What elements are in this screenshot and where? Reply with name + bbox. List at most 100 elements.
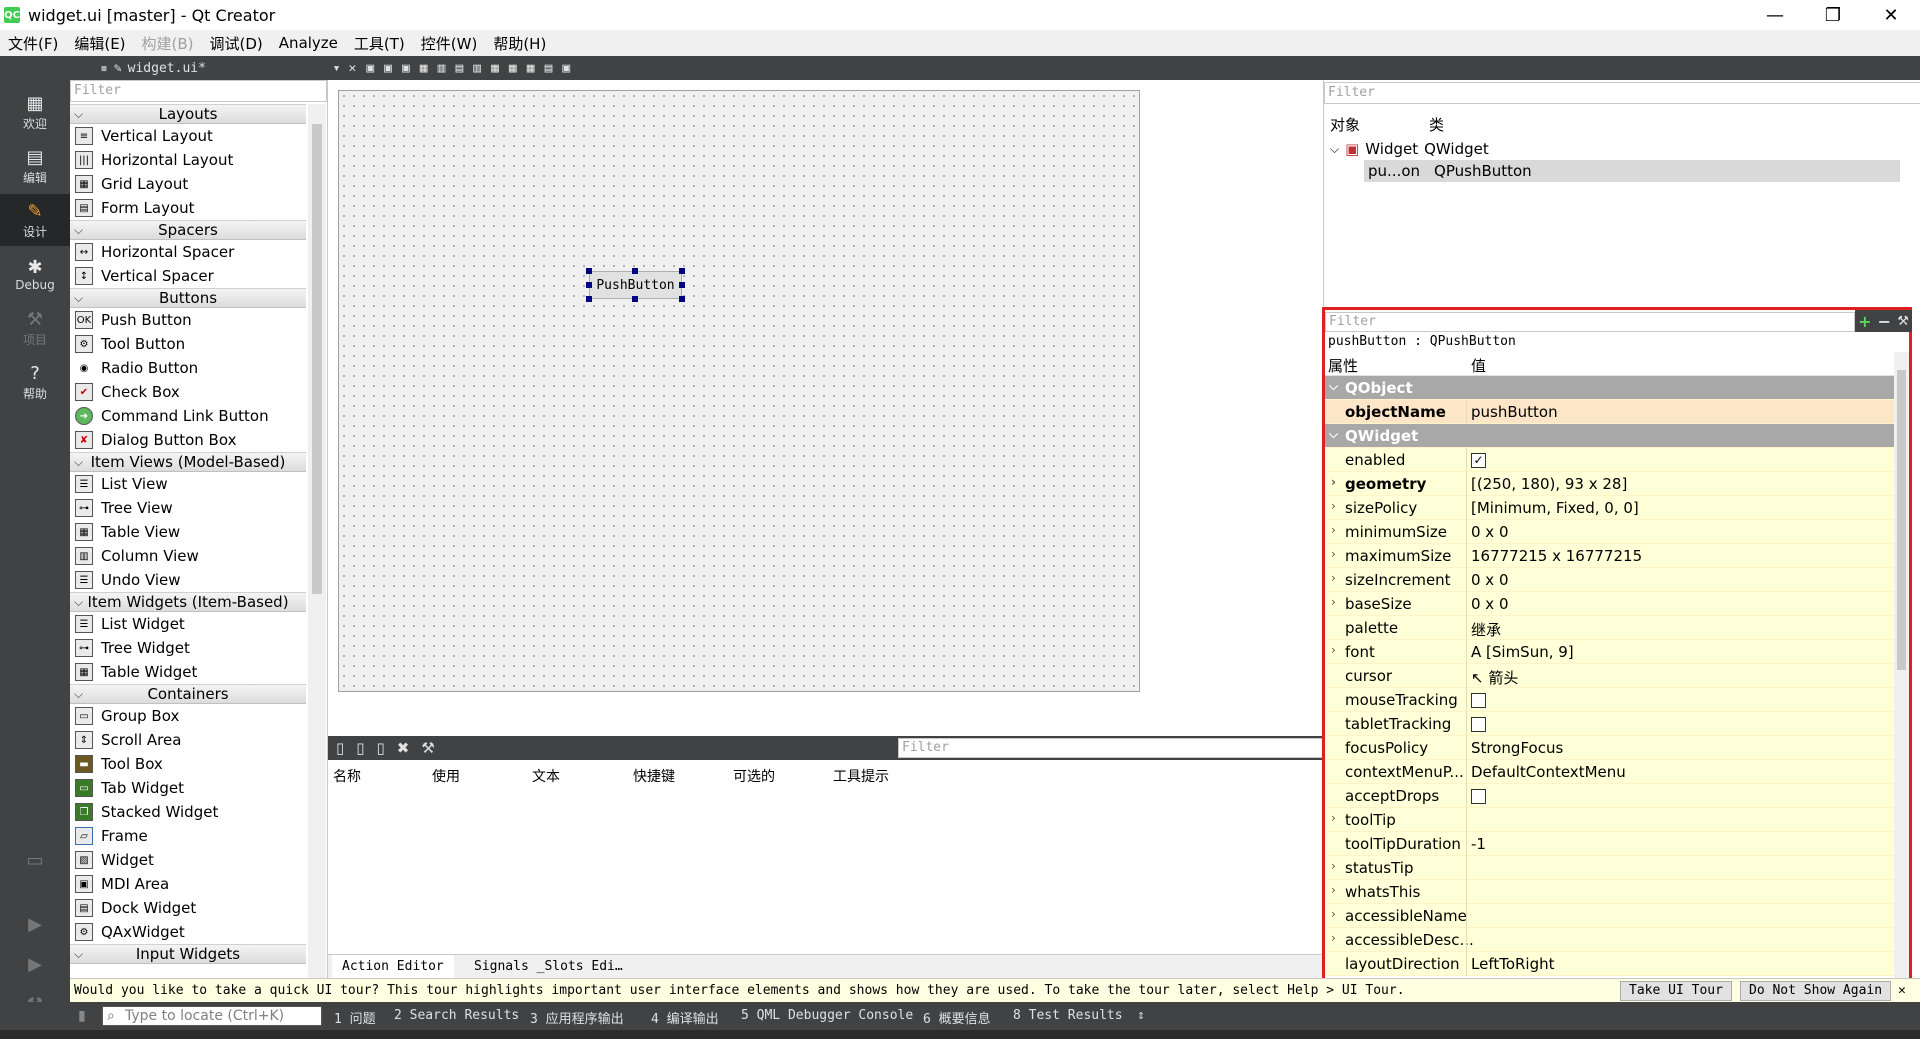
prop-layoutdirection[interactable]: layoutDirection LeftToRight: [1325, 952, 1894, 976]
layout-tools-icons[interactable]: ▣▣▣▦▥▤▥▦▦▦▤▣: [366, 61, 580, 76]
widget-tab-widget[interactable]: ▭ Tab Widget: [70, 776, 306, 800]
remove-property-icon[interactable]: −: [1878, 312, 1891, 331]
prop-basesize[interactable]: › baseSize 0 x 0: [1325, 592, 1894, 616]
action-col-text[interactable]: 文本: [532, 766, 560, 786]
col-property-header[interactable]: 属性: [1328, 355, 1358, 376]
resize-handle[interactable]: [679, 296, 685, 302]
col-object-header[interactable]: 对象: [1330, 114, 1360, 135]
category-buttons[interactable]: ⌵ Buttons: [70, 288, 306, 308]
tab-signals-slots[interactable]: Signals _Slots Edi…: [464, 955, 633, 979]
widget-filter-input[interactable]: Filter: [70, 80, 327, 102]
widget-command-link-button[interactable]: ➜ Command Link Button: [70, 404, 306, 428]
resize-handle[interactable]: [586, 268, 592, 274]
output-compile[interactable]: 4 编译输出: [651, 1008, 719, 1027]
prop-statustip[interactable]: › statusTip: [1325, 856, 1894, 880]
prop-minimumsize[interactable]: › minimumSize 0 x 0: [1325, 520, 1894, 544]
chevron-right-icon[interactable]: ›: [1331, 859, 1336, 873]
more-outputs-icon[interactable]: ⇕: [1137, 1008, 1145, 1023]
widget-box-scrollbar[interactable]: [308, 104, 326, 978]
chevron-right-icon[interactable]: ›: [1331, 883, 1336, 897]
resize-handle[interactable]: [632, 268, 638, 274]
prop-contextmenupolicy[interactable]: contextMenuP... DefaultContextMenu: [1325, 760, 1894, 784]
object-inspector-scrollbar[interactable]: [1904, 104, 1919, 304]
widget-form-layout[interactable]: ▤ Form Layout: [70, 196, 306, 220]
form-canvas[interactable]: PushButton: [338, 90, 1140, 692]
action-filter-input[interactable]: Filter: [898, 738, 1323, 758]
widget-frame[interactable]: ▱ Frame: [70, 824, 306, 848]
category-spacers[interactable]: ⌵ Spacers: [70, 220, 306, 240]
widget-column-view[interactable]: ▥ Column View: [70, 544, 306, 568]
widget-horizontal-spacer[interactable]: ↔ Horizontal Spacer: [70, 240, 306, 264]
widget-push-button[interactable]: OK Push Button: [70, 308, 306, 332]
widget-stacked-widget[interactable]: ❐ Stacked Widget: [70, 800, 306, 824]
action-col-checkable[interactable]: 可选的: [733, 766, 775, 786]
widget-qax-widget[interactable]: ⚙ QAxWidget: [70, 920, 306, 944]
category-item-views[interactable]: ⌵ Item Views (Model-Based): [70, 452, 306, 472]
prop-mousetracking[interactable]: mouseTracking: [1325, 688, 1894, 712]
prop-acceptdrops[interactable]: acceptDrops: [1325, 784, 1894, 808]
acceptdrops-checkbox[interactable]: [1471, 789, 1486, 804]
minimize-button[interactable]: —: [1746, 0, 1804, 30]
prop-sizepolicy[interactable]: › sizePolicy [Minimum, Fixed, 0, 0]: [1325, 496, 1894, 520]
widget-radio-button[interactable]: ◉ Radio Button: [70, 356, 306, 380]
mode-projects[interactable]: ⚒ 项目: [0, 302, 70, 354]
category-layouts[interactable]: ⌵ Layouts: [70, 104, 306, 124]
mousetracking-checkbox[interactable]: [1471, 693, 1486, 708]
scrollbar-thumb[interactable]: [312, 124, 322, 594]
close-button[interactable]: ✕: [1862, 0, 1920, 30]
widget-list-view[interactable]: ☰ List View: [70, 472, 306, 496]
prop-objectname[interactable]: objectName pushButton: [1325, 400, 1894, 424]
maximize-button[interactable]: ❐: [1804, 0, 1862, 30]
resize-handle[interactable]: [586, 282, 592, 288]
group-qobject[interactable]: ⌵ QObject: [1325, 376, 1894, 400]
widget-group-box[interactable]: ▭ Group Box: [70, 704, 306, 728]
chevron-right-icon[interactable]: ›: [1331, 475, 1336, 489]
chevron-right-icon[interactable]: ›: [1331, 547, 1336, 561]
property-editor-scrollbar[interactable]: [1894, 352, 1909, 1006]
prop-accessibledescription[interactable]: › accessibleDesc...: [1325, 928, 1894, 952]
object-filter-input[interactable]: Filter: [1324, 82, 1920, 104]
menu-tools[interactable]: 工具(T): [346, 33, 413, 54]
mode-welcome[interactable]: ▦ 欢迎: [0, 86, 70, 138]
kit-selector[interactable]: ▭: [0, 834, 70, 886]
close-document-icon[interactable]: ✕: [348, 61, 356, 76]
sidebar-toggle-icon[interactable]: ▮: [78, 1008, 86, 1024]
scrollbar-thumb[interactable]: [1897, 370, 1906, 670]
chevron-right-icon[interactable]: ›: [1331, 811, 1336, 825]
output-test-results[interactable]: 8 Test Results: [1013, 1008, 1123, 1023]
category-item-widgets[interactable]: ⌵ Item Widgets (Item-Based): [70, 592, 306, 612]
prop-enabled[interactable]: enabled ✓: [1325, 448, 1894, 472]
prop-maximumsize[interactable]: › maximumSize 16777215 x 16777215: [1325, 544, 1894, 568]
close-infobar-icon[interactable]: ✕: [1898, 979, 1906, 1003]
mode-edit[interactable]: ▤ 编辑: [0, 140, 70, 192]
resize-handle[interactable]: [632, 296, 638, 302]
prop-palette[interactable]: palette 继承: [1325, 616, 1894, 640]
widget-vertical-layout[interactable]: ≡ Vertical Layout: [70, 124, 306, 148]
configure-icon[interactable]: ⚒: [1897, 314, 1909, 329]
widget-horizontal-layout[interactable]: ||| Horizontal Layout: [70, 148, 306, 172]
widget-undo-view[interactable]: ☰ Undo View: [70, 568, 306, 592]
widget-list-widget[interactable]: ☰ List Widget: [70, 612, 306, 636]
resize-handle[interactable]: [679, 282, 685, 288]
prop-sizeincrement[interactable]: › sizeIncrement 0 x 0: [1325, 568, 1894, 592]
output-application[interactable]: 3 应用程序输出: [530, 1008, 624, 1027]
widget-dock-widget[interactable]: ▤ Dock Widget: [70, 896, 306, 920]
widget-tree-widget[interactable]: ⊶ Tree Widget: [70, 636, 306, 660]
prop-accessiblename[interactable]: › accessibleName: [1325, 904, 1894, 928]
combo-arrow-icon[interactable]: ▾: [333, 61, 341, 76]
widget-vertical-spacer[interactable]: ↕ Vertical Spacer: [70, 264, 306, 288]
chevron-right-icon[interactable]: ›: [1331, 571, 1336, 585]
tablettracking-checkbox[interactable]: [1471, 717, 1486, 732]
open-document-combo[interactable]: widget.ui*: [128, 61, 333, 76]
category-input-widgets[interactable]: ⌵ Input Widgets: [70, 944, 306, 964]
add-property-icon[interactable]: +: [1858, 312, 1871, 331]
prop-tooltipduration[interactable]: toolTipDuration -1: [1325, 832, 1894, 856]
take-ui-tour-button[interactable]: Take UI Tour: [1620, 981, 1732, 1001]
prop-cursor[interactable]: cursor ↖ 箭头: [1325, 664, 1894, 688]
col-class-header[interactable]: 类: [1429, 114, 1444, 135]
menu-debug[interactable]: 调试(D): [202, 33, 271, 54]
menu-build[interactable]: 构建(B): [134, 33, 202, 54]
widget-dialog-button-box[interactable]: ✘ Dialog Button Box: [70, 428, 306, 452]
output-search-results[interactable]: 2 Search Results: [394, 1008, 519, 1023]
widget-table-view[interactable]: ▦ Table View: [70, 520, 306, 544]
